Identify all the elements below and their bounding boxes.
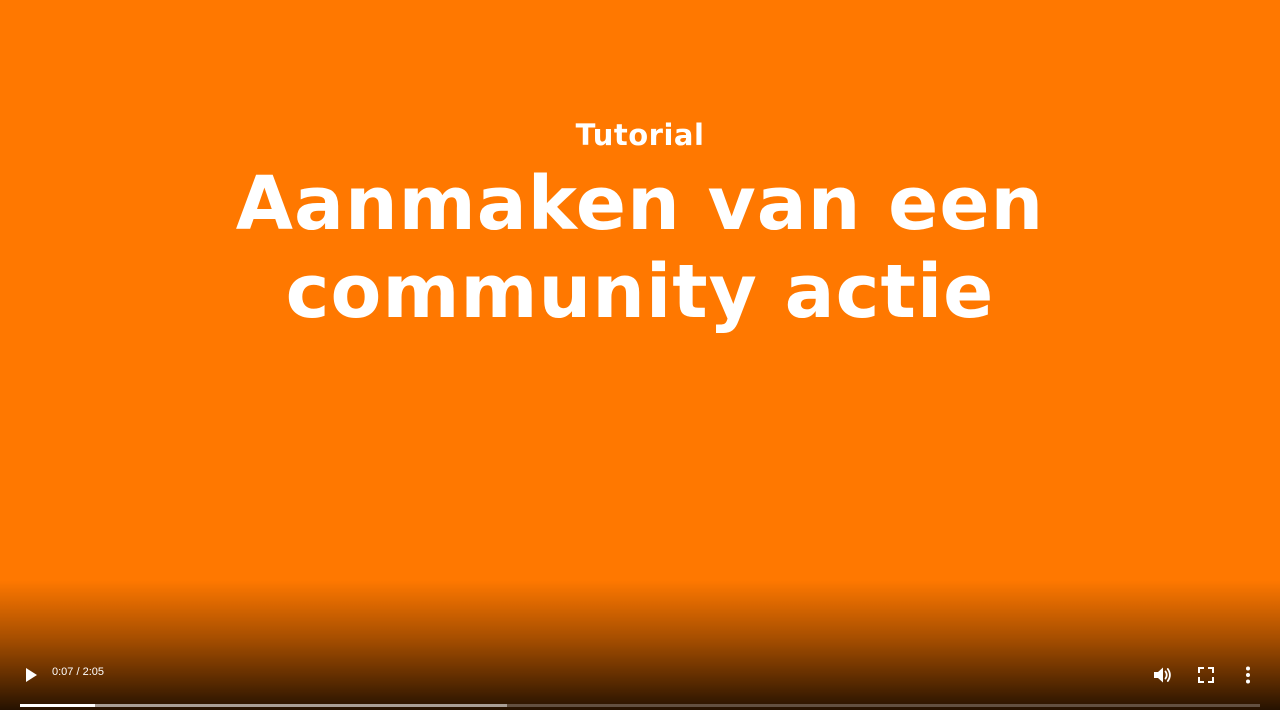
more-options-icon	[1246, 666, 1250, 684]
player-controls: 0:07 / 2:05	[0, 650, 1280, 710]
volume-button[interactable]	[1148, 660, 1178, 690]
time-display: 0:07 / 2:05	[52, 666, 104, 678]
progress-bar[interactable]	[20, 704, 1260, 707]
volume-icon	[1154, 667, 1171, 683]
progress-played	[20, 704, 96, 707]
slide-title-line-2: community actie	[285, 249, 995, 335]
fullscreen-icon	[1198, 667, 1214, 683]
more-options-button[interactable]	[1233, 660, 1263, 690]
play-button[interactable]	[16, 660, 46, 690]
slide-title: Aanmaken van een community actie	[0, 160, 1280, 336]
slide-kicker: Tutorial	[575, 118, 705, 152]
play-icon	[26, 668, 37, 682]
video-player[interactable]: Tutorial Aanmaken van een community acti…	[0, 0, 1280, 710]
fullscreen-button[interactable]	[1191, 660, 1221, 690]
slide-title-line-1: Aanmaken van een	[235, 161, 1045, 247]
